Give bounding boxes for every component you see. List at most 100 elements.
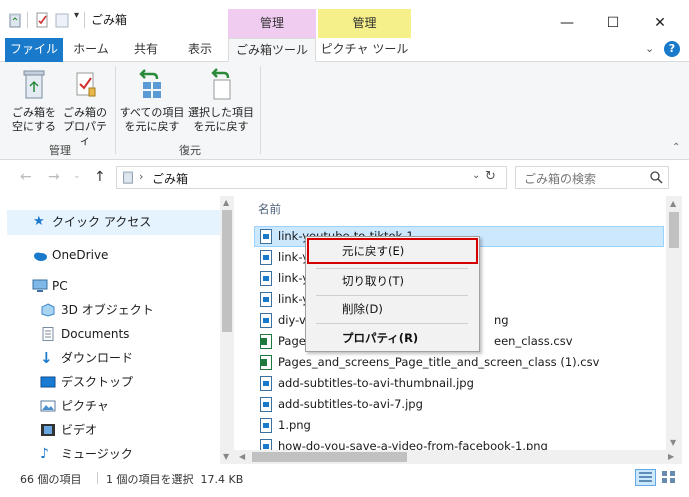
nav-item-label: ピクチャ bbox=[61, 399, 109, 413]
nav-scrollbar[interactable]: ▲ ▼ bbox=[220, 196, 234, 464]
window-title: ごみ箱 bbox=[91, 13, 128, 27]
scroll-down-icon[interactable]: ▼ bbox=[223, 452, 229, 461]
item-count: 66 個の項目 bbox=[20, 473, 82, 486]
breadcrumb[interactable]: ごみ箱 bbox=[152, 170, 188, 187]
nav-item-pc[interactable]: PC bbox=[0, 275, 220, 297]
file-row[interactable]: Pages_and_screens_Page_title_and_screen_… bbox=[254, 352, 664, 373]
selection-info: 1 個の項目を選択 17.4 KB bbox=[106, 473, 244, 486]
menu-item-label: プロパティ(R) bbox=[342, 331, 419, 345]
column-header-name[interactable]: 名前 bbox=[258, 201, 281, 217]
address-bar[interactable]: › ごみ箱 ⌄ bbox=[116, 166, 507, 189]
menu-item-properties[interactable]: プロパティ(R) bbox=[306, 327, 479, 349]
excel-file-icon bbox=[260, 334, 272, 349]
tab-file[interactable]: ファイル bbox=[5, 38, 63, 62]
nav-item-onedrive[interactable]: OneDrive bbox=[0, 244, 220, 266]
restore-selected-label: 選択した項目 を元に戻す bbox=[188, 106, 254, 133]
nav-item-music[interactable]: ♪ ミュージック bbox=[0, 443, 220, 465]
nav-item-label: デスクトップ bbox=[61, 375, 134, 389]
large-icons-view-button[interactable] bbox=[659, 469, 680, 486]
nav-item-desktop[interactable]: デスクトップ bbox=[0, 371, 220, 393]
star-icon: ★ bbox=[33, 214, 45, 229]
close-button[interactable]: ✕ bbox=[637, 9, 683, 37]
search-placeholder: ごみ箱の検索 bbox=[524, 172, 597, 186]
scroll-left-icon[interactable]: ◀ bbox=[239, 452, 245, 461]
nav-item-downloads[interactable]: ↓ ダウンロード bbox=[0, 347, 220, 369]
file-row[interactable]: add-subtitles-to-avi-7.jpg bbox=[254, 394, 664, 415]
content-scroll-thumb[interactable] bbox=[669, 212, 679, 248]
file-row[interactable]: add-subtitles-to-avi-thumbnail.jpg bbox=[254, 373, 664, 394]
nav-item-quick-access[interactable]: ★ クイック アクセス bbox=[0, 211, 220, 233]
tab-recycle-bin-tools[interactable]: ごみ箱ツール bbox=[228, 38, 316, 63]
search-icon[interactable] bbox=[650, 171, 663, 184]
content-horizontal-scrollbar[interactable]: ◀ ▶ bbox=[234, 450, 682, 464]
forward-arrow-icon[interactable]: → bbox=[48, 169, 60, 185]
nav-item-label: ビデオ bbox=[61, 423, 98, 437]
details-view-icon bbox=[639, 472, 652, 482]
restore-all-icon bbox=[139, 69, 161, 98]
ribbon-collapse-chevron-icon[interactable]: ⌃ bbox=[672, 142, 680, 153]
empty-bin-label: ごみ箱を 空にする bbox=[11, 106, 57, 133]
address-dropdown-icon[interactable]: ⌄ bbox=[472, 170, 480, 181]
scroll-down-icon[interactable]: ▼ bbox=[670, 438, 676, 447]
image-file-icon bbox=[260, 229, 272, 244]
image-file-icon bbox=[260, 271, 272, 286]
status-separator bbox=[97, 472, 98, 484]
bin-properties-icon bbox=[76, 72, 96, 97]
scroll-right-icon[interactable]: ▶ bbox=[668, 452, 674, 461]
scroll-up-icon[interactable]: ▲ bbox=[223, 198, 229, 207]
recycle-bin-properties-button[interactable]: ごみ箱の プロパティ bbox=[60, 68, 110, 148]
ribbon-separator bbox=[260, 66, 261, 154]
image-file-icon bbox=[260, 418, 272, 433]
file-row[interactable]: how-do-you-save-a-video-from-facebook-1.… bbox=[254, 436, 664, 450]
up-arrow-icon[interactable]: ↑ bbox=[94, 169, 106, 185]
file-name: add-subtitles-to-avi-thumbnail.jpg bbox=[278, 376, 474, 390]
nav-item-videos[interactable]: ビデオ bbox=[0, 419, 220, 441]
properties-icon[interactable] bbox=[34, 12, 50, 28]
empty-recycle-bin-button[interactable]: ごみ箱を 空にする bbox=[10, 68, 58, 134]
nav-item-label: Documents bbox=[61, 327, 130, 341]
title-bar: ▾ ごみ箱 管理 管理 — ☐ ✕ bbox=[0, 0, 689, 38]
details-view-button[interactable] bbox=[635, 469, 656, 486]
restore-all-label: すべての項目 を元に戻す bbox=[119, 106, 185, 133]
maximize-button[interactable]: ☐ bbox=[590, 9, 636, 37]
file-name: add-subtitles-to-avi-7.jpg bbox=[278, 397, 423, 411]
context-tab-header-manage-bin: 管理 bbox=[228, 9, 316, 38]
file-name-suffix: een_class.csv bbox=[494, 334, 573, 348]
excel-file-icon bbox=[260, 355, 272, 370]
nav-item-pictures[interactable]: ピクチャ bbox=[0, 395, 220, 417]
image-file-icon bbox=[260, 439, 272, 450]
recycle-bin-icon[interactable] bbox=[7, 12, 23, 28]
nav-item-documents[interactable]: Documents bbox=[0, 323, 220, 345]
image-file-icon bbox=[260, 397, 272, 412]
scroll-up-icon[interactable]: ▲ bbox=[670, 199, 676, 208]
restore-all-button[interactable]: すべての項目 を元に戻す bbox=[118, 68, 186, 134]
file-row[interactable]: 1.png bbox=[254, 415, 664, 436]
separator bbox=[84, 12, 85, 28]
new-folder-icon[interactable] bbox=[54, 12, 70, 28]
tab-share[interactable]: 共有 bbox=[121, 38, 171, 62]
back-arrow-icon[interactable]: ← bbox=[20, 169, 32, 185]
menu-item-cut[interactable]: 切り取り(T) bbox=[306, 270, 479, 292]
horizontal-scroll-thumb[interactable] bbox=[252, 452, 407, 462]
nav-item-3d-objects[interactable]: 3D オブジェクト bbox=[0, 299, 220, 321]
recent-locations-icon[interactable]: ⌄ bbox=[73, 171, 81, 181]
minimize-button[interactable]: — bbox=[544, 9, 590, 37]
ribbon-panel: ごみ箱を 空にする ごみ箱の プロパティ 管理 すべての項目 を元に戻す 選択し… bbox=[0, 62, 689, 160]
tab-home[interactable]: ホーム bbox=[65, 38, 117, 62]
content-vertical-scrollbar[interactable]: ▲ ▼ bbox=[666, 196, 682, 450]
recycle-bin-icon bbox=[122, 171, 134, 184]
refresh-icon[interactable]: ↻ bbox=[485, 169, 496, 184]
nav-item-label: 3D オブジェクト bbox=[61, 303, 154, 317]
tab-picture-tools[interactable]: ピクチャ ツール bbox=[318, 38, 411, 62]
search-box[interactable]: ごみ箱の検索 bbox=[515, 166, 669, 189]
image-file-icon bbox=[260, 292, 272, 307]
ribbon-collapse-icon[interactable]: ⌄ bbox=[645, 42, 654, 55]
menu-item-delete[interactable]: 削除(D) bbox=[306, 298, 479, 320]
tab-view[interactable]: 表示 bbox=[175, 38, 225, 62]
menu-item-restore[interactable]: 元に戻す(E) bbox=[306, 240, 479, 262]
qat-dropdown-icon[interactable]: ▾ bbox=[74, 10, 79, 21]
help-icon[interactable]: ? bbox=[664, 41, 680, 57]
nav-scroll-thumb[interactable] bbox=[222, 210, 232, 332]
restore-selected-button[interactable]: 選択した項目 を元に戻す bbox=[187, 68, 255, 134]
download-arrow-icon: ↓ bbox=[40, 349, 53, 367]
